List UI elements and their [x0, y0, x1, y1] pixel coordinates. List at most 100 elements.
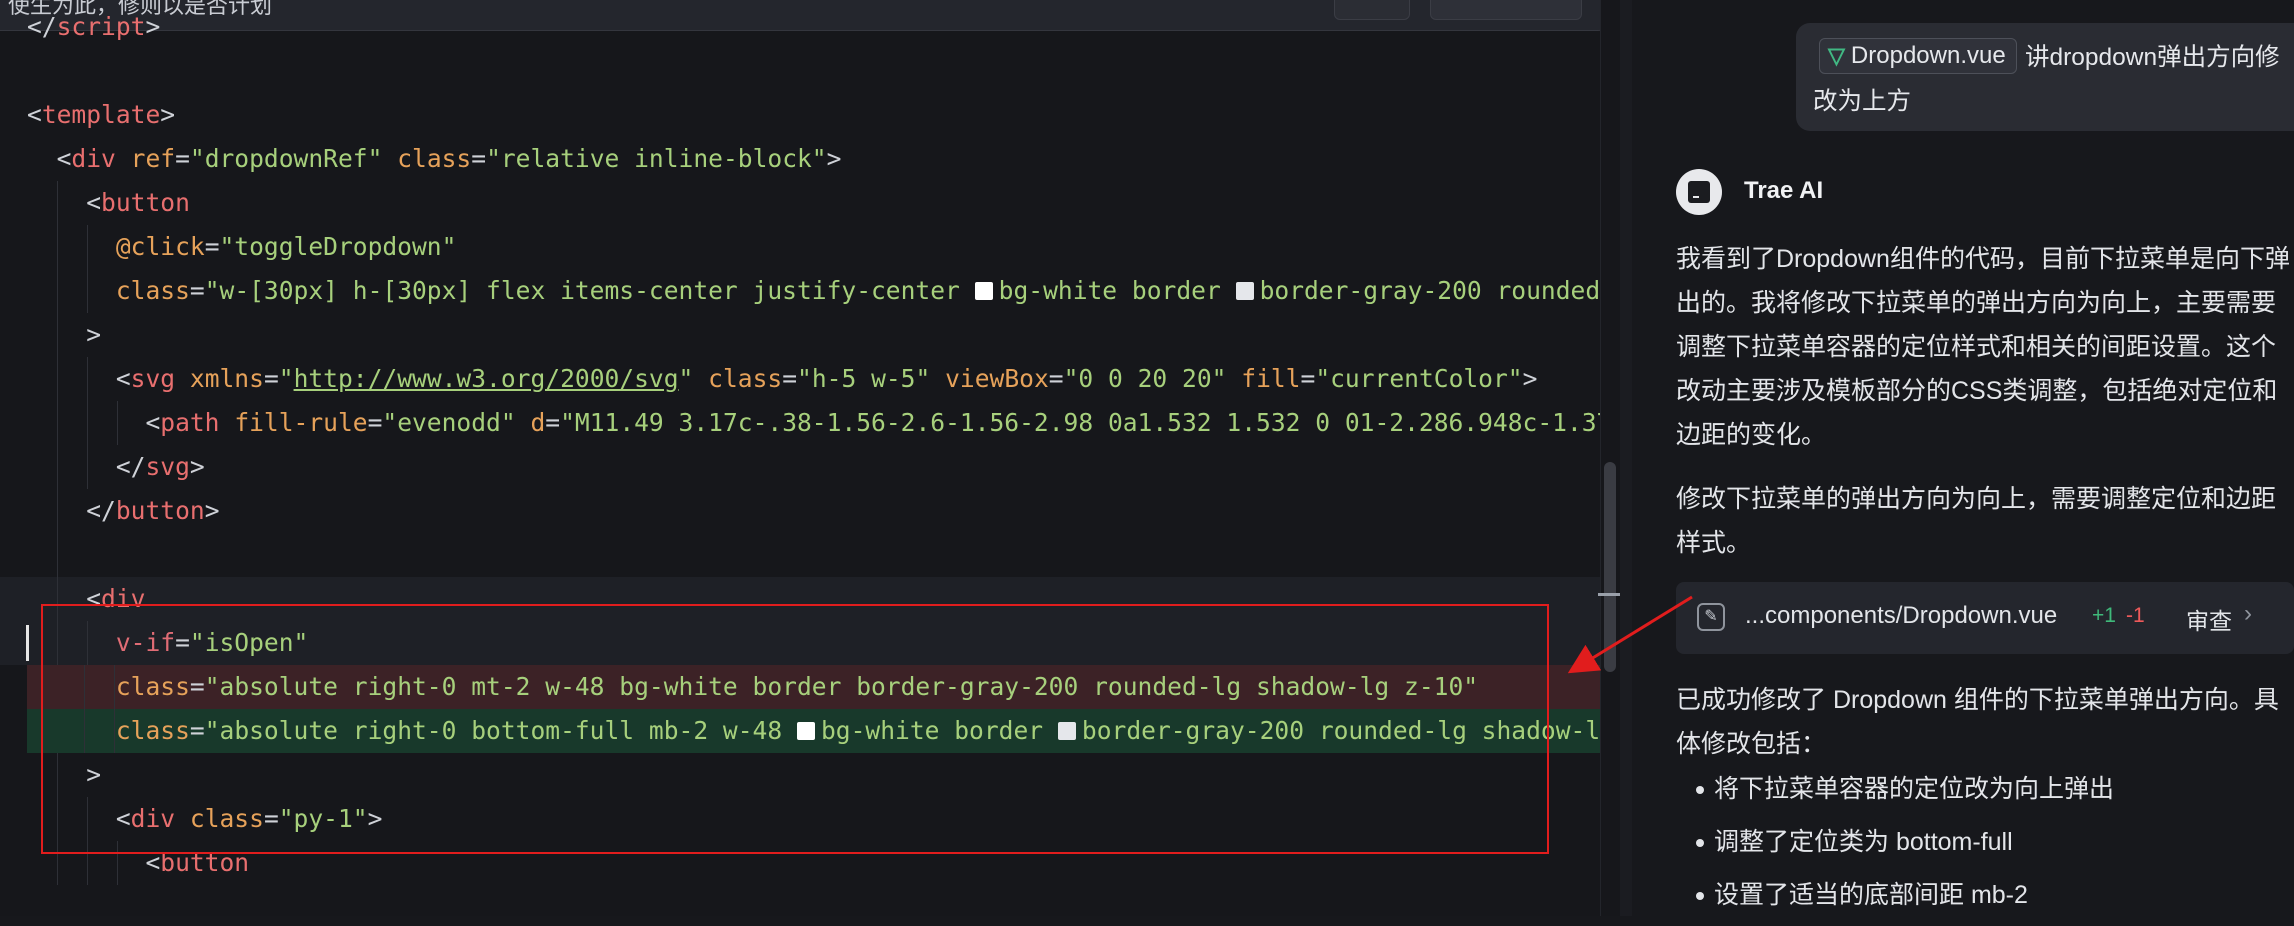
code-token: = — [175, 144, 190, 173]
indent-guide — [87, 269, 88, 313]
code-editor[interactable]: 使生为此，修则以是否计划 </script> <template> <div re… — [0, 0, 1620, 916]
code-line[interactable]: <button — [0, 181, 1620, 225]
list-item: 设置了适当的底部间距 mb-2 — [1695, 873, 2114, 926]
indent-guide — [57, 533, 58, 577]
code-token: svg — [145, 452, 190, 481]
code-line[interactable]: <svg xmlns="http://www.w3.org/2000/svg" … — [0, 357, 1620, 401]
chevron-right-icon[interactable]: › — [2244, 600, 2252, 628]
code-token: button — [115, 496, 205, 525]
code-line[interactable]: @click="toggleDropdown" — [0, 225, 1620, 269]
list-item: 调整了定位类为 bottom-full — [1695, 820, 2114, 873]
code-token: > — [204, 496, 220, 525]
color-swatch-icon — [974, 282, 993, 300]
code-line-content — [0, 56, 27, 85]
changed-file-path[interactable]: ...components/Dropdown.vue — [1745, 602, 2057, 630]
code-token: template — [41, 100, 161, 129]
code-token: "w-[30px] h-[30px] flex items-center jus… — [204, 276, 975, 305]
code-token: </ — [27, 12, 57, 41]
code-token: </ — [27, 496, 116, 525]
code-line-content: <svg xmlns="http://www.w3.org/2000/svg" … — [0, 364, 1538, 393]
code-line-content: </button> — [0, 496, 220, 525]
code-token: = — [471, 144, 487, 173]
code-line[interactable]: <div ref="dropdownRef" class="relative i… — [0, 137, 1620, 181]
code-line-content: @click="toggleDropdown" — [0, 232, 457, 261]
indent-guide — [117, 401, 118, 445]
code-token: "0 0 20 20" — [1063, 364, 1227, 393]
change-summary-list: 将下拉菜单容器的定位改为向上弹出 调整了定位类为 bottom-full 设置了… — [1695, 767, 2114, 926]
code-line[interactable]: </svg> — [0, 445, 1620, 489]
indent-guide — [87, 401, 88, 445]
indent-guide — [57, 269, 58, 313]
assistant-paragraph-2: 修改下拉菜单的弹出方向为向上，需要调整定位和边距样式。 — [1676, 485, 2277, 557]
code-line[interactable]: <path fill-rule="evenodd" d="M11.49 3.17… — [0, 401, 1620, 445]
code-token: < — [27, 408, 161, 437]
code-token: "evenodd" — [382, 408, 516, 437]
scrollbar-change-marker — [1598, 593, 1620, 596]
code-line[interactable]: > — [0, 313, 1620, 357]
code-token: class — [397, 144, 472, 173]
code-token: > — [160, 100, 176, 129]
code-token: class — [115, 276, 190, 305]
code-token: " — [278, 364, 294, 393]
panel-divider[interactable] — [1620, 0, 1632, 916]
assistant-paragraph-1: 我看到了Dropdown组件的代码，目前下拉菜单是向下弹出的。我将修改下拉菜单的… — [1676, 245, 2290, 449]
text-cursor — [26, 625, 29, 661]
assistant-paragraph-3: 已成功修改了 Dropdown 组件的下拉菜单弹出方向。具体修改包括： — [1676, 686, 2279, 758]
color-swatch-icon — [1235, 282, 1254, 300]
code-line-content: <path fill-rule="evenodd" d="M11.49 3.17… — [0, 408, 1620, 437]
code-token: "relative inline-block" — [486, 144, 827, 173]
code-token: = — [1300, 364, 1316, 393]
lines-added-count: +1 — [2092, 604, 2116, 627]
code-line-content: class="w-[30px] h-[30px] flex items-cent… — [0, 276, 1620, 305]
code-token: class — [708, 364, 783, 393]
annotation-highlight-box — [41, 604, 1549, 854]
assistant-name: Trae AI — [1744, 177, 1824, 204]
code-token: ref — [130, 144, 176, 173]
editor-scrollbar[interactable] — [1600, 0, 1620, 916]
editor-scrollbar-thumb[interactable] — [1604, 462, 1616, 672]
code-line[interactable]: </script> — [0, 5, 1620, 49]
code-line[interactable]: class="w-[30px] h-[30px] flex items-cent… — [0, 269, 1620, 313]
code-token: < — [27, 188, 102, 217]
code-token: = — [1048, 364, 1064, 393]
review-button[interactable]: 审查 — [2186, 602, 2232, 636]
indent-guide — [57, 357, 58, 401]
code-token: > — [1522, 364, 1538, 393]
code-line-content: > — [0, 320, 101, 349]
code-token: bg-white border — [998, 276, 1236, 305]
indent-guide — [87, 225, 88, 269]
indent-guide — [57, 225, 58, 269]
code-token: > — [189, 452, 205, 481]
code-token: = — [545, 408, 561, 437]
code-line[interactable]: <template> — [0, 93, 1620, 137]
code-line[interactable]: </button> — [0, 489, 1620, 533]
list-item: 将下拉菜单容器的定位改为向上弹出 — [1695, 767, 2114, 820]
code-line[interactable] — [0, 533, 1620, 577]
code-token: fill-rule — [234, 408, 368, 437]
trae-ai-avatar — [1676, 169, 1722, 215]
code-line[interactable] — [0, 49, 1620, 93]
indent-guide — [57, 181, 58, 225]
code-token: border-gray-200 rounded-full — [1259, 276, 1620, 305]
code-token: < — [27, 100, 42, 129]
code-token: " — [678, 364, 694, 393]
code-line-content — [0, 540, 27, 569]
code-token: path — [160, 408, 220, 437]
code-token: xmlns — [189, 364, 264, 393]
user-message-content: 讲dropdown弹出方向修改为上方 — [1813, 44, 2280, 115]
indent-guide — [87, 357, 88, 401]
code-token: http://www.w3.org/2000/svg — [293, 364, 679, 393]
indent-guide — [57, 489, 58, 533]
code-token: "currentColor" — [1315, 364, 1523, 393]
user-message-text: 讲dropdown弹出方向修改为上方 — [1813, 36, 2283, 124]
code-token: = — [263, 364, 279, 393]
terminal-icon — [1688, 181, 1710, 203]
code-token: "toggleDropdown" — [219, 232, 457, 261]
code-token: @click — [115, 232, 205, 261]
